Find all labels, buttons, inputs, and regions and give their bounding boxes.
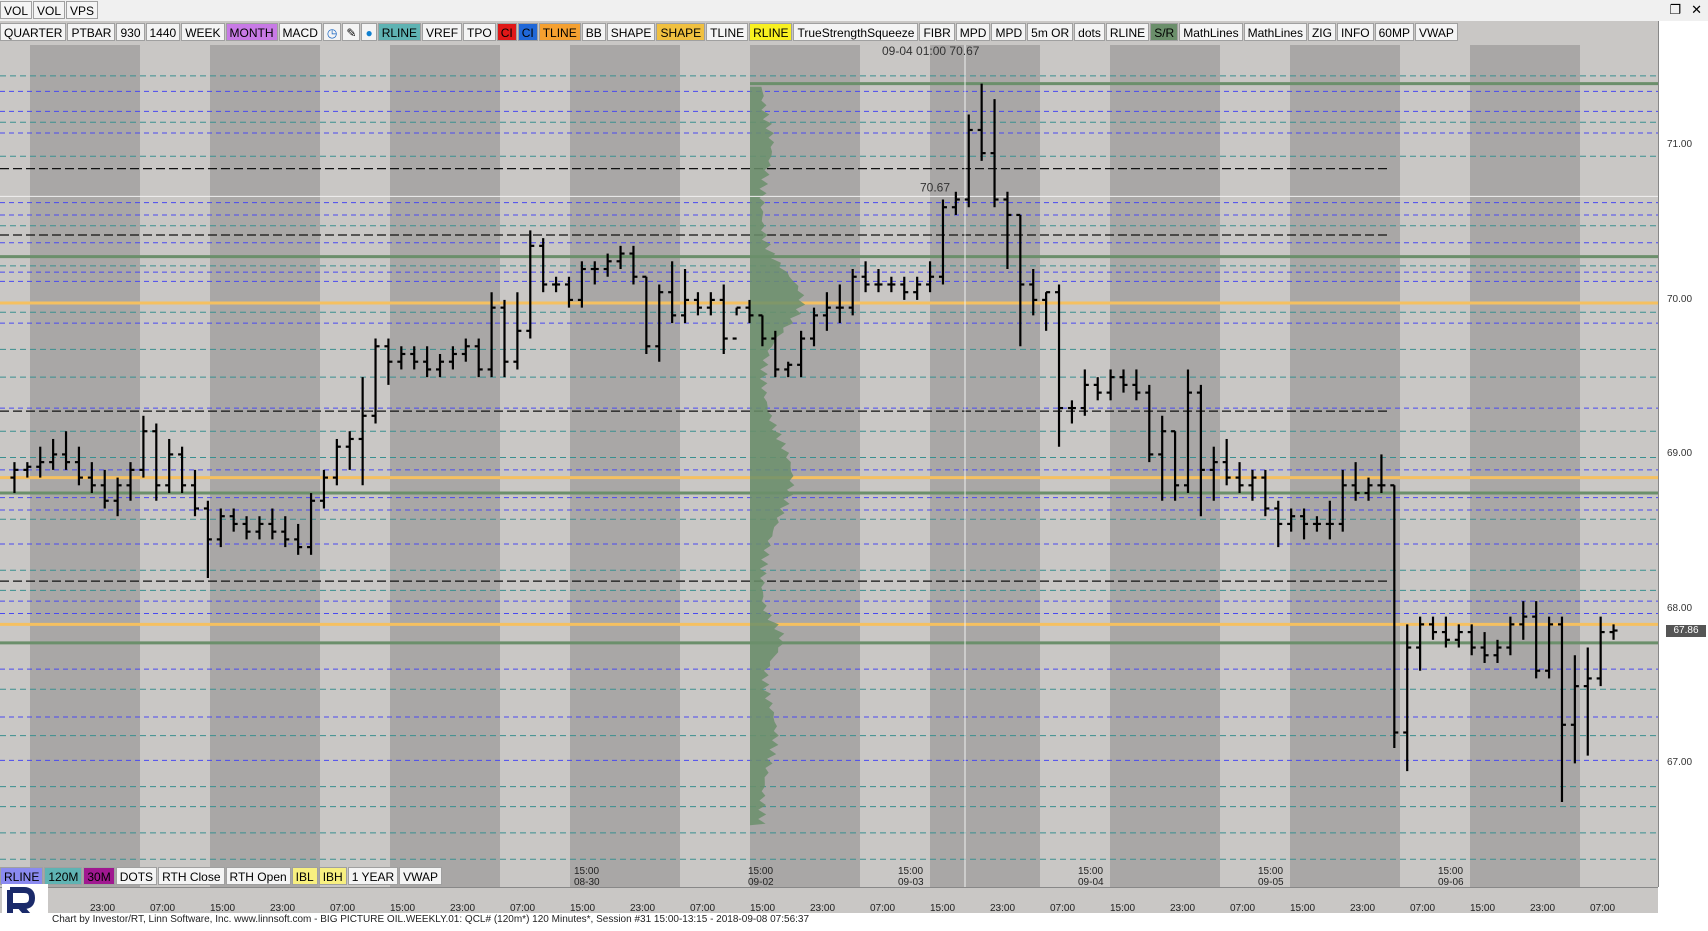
y-tick-0: 71.00 [1667, 139, 1693, 151]
session-time-6: 15:00 [1438, 866, 1464, 877]
session-time-4: 15:00 [1078, 866, 1104, 877]
top-button-vps-2[interactable]: VPS [66, 1, 99, 19]
session-date-2: 09-02 [748, 877, 774, 888]
bottom-ibl-6[interactable]: IBL [291, 867, 318, 885]
bottom-toolbar: RLINE 120M 30M DOTS RTH Close RTH Open IBL IBH 1… [0, 866, 443, 886]
session-label-6: 15:00 09-06 [1438, 866, 1464, 888]
toolbar-mathlines-30[interactable]: MathLines [1243, 23, 1307, 41]
top-button-group: VOL VOL VPS [0, 1, 99, 19]
toolbar-vwap-34[interactable]: VWAP [1414, 23, 1458, 41]
bottom-vwap-9[interactable]: VWAP [399, 867, 443, 885]
toolbar-ci-13[interactable]: CI [496, 23, 517, 41]
toolbar-fibr-22[interactable]: FIBR [919, 23, 955, 41]
current-price-tag: 67.86 [1666, 624, 1706, 637]
session-date-5: 09-05 [1258, 877, 1284, 888]
toolbar-1440-3[interactable]: 1440 [145, 23, 181, 41]
session-label-1: 15:00 08-30 [574, 866, 600, 888]
session-date-6: 09-06 [1438, 877, 1464, 888]
session-label-2: 15:00 09-02 [748, 866, 774, 888]
window-controls: ❐ ✕ [1669, 2, 1702, 18]
toolbar-tline-19[interactable]: TLINE [706, 23, 749, 41]
bottom-rline-0[interactable]: RLINE [0, 867, 44, 885]
toolbar-ptbar-1[interactable]: PTBAR [67, 23, 116, 41]
toolbar-bb-16[interactable]: BB [581, 23, 606, 41]
toolbar-macd-6[interactable]: MACD [278, 23, 322, 41]
session-time-2: 15:00 [748, 866, 774, 877]
toolbar-shape-18[interactable]: SHAPE [656, 23, 706, 41]
toolbar-mpd-23[interactable]: MPD [955, 23, 991, 41]
session-time-3: 15:00 [898, 866, 924, 877]
toolbar-rline-10[interactable]: RLINE [377, 23, 422, 41]
day-label-fri: Fri [1502, 45, 1514, 46]
bottom-dots-3[interactable]: DOTS [115, 867, 158, 885]
pencil-icon[interactable]: ✎ [342, 23, 361, 41]
y-tick-4: 67.00 [1667, 757, 1693, 769]
toolbar-info-32[interactable]: INFO [1336, 23, 1374, 41]
drop-icon[interactable]: ● [361, 23, 377, 41]
footer-text: Chart by Investor/RT, Linn Software, Inc… [52, 914, 810, 925]
bottom-ibh-7[interactable]: IBH [318, 867, 347, 885]
bottom-1-year-8[interactable]: 1 YEAR [347, 867, 399, 885]
y-tick-2: 69.00 [1667, 448, 1693, 460]
toolbar-truestrengthsqueeze-21[interactable]: TrueStrengthSqueeze [793, 23, 919, 41]
toolbar-930-2[interactable]: 930 [116, 23, 145, 41]
close-icon[interactable]: ✕ [1691, 2, 1702, 18]
restore-icon[interactable]: ❐ [1669, 2, 1681, 18]
chart-toolbar-area: QUARTER PTBAR 930 1440 WEEK MONTH MACD ◷ ✎ ● RLINE… [0, 21, 1658, 45]
toolbar-s-r-28[interactable]: S/R [1150, 23, 1179, 41]
toolbar-ci-14[interactable]: CI [517, 23, 538, 41]
bottom-rth-open-5[interactable]: RTH Open [225, 867, 291, 885]
session-label-5: 15:00 09-05 [1258, 866, 1284, 888]
toolbar-rline-27[interactable]: RLINE [1105, 23, 1150, 41]
session-time-5: 15:00 [1258, 866, 1284, 877]
toolbar-week-4[interactable]: WEEK [181, 23, 225, 41]
window-title-bar: VOL VOL VPS ❐ ✕ [0, 0, 1708, 22]
toolbar-vref-11[interactable]: VREF [422, 23, 463, 41]
cursor-price-label: 70.67 [920, 180, 950, 194]
top-button-vol-0[interactable]: VOL [0, 1, 33, 19]
clock-icon[interactable]: ◷ [322, 23, 342, 41]
toolbar-60mp-33[interactable]: 60MP [1374, 23, 1414, 41]
session-label-3: 15:00 09-03 [898, 866, 924, 888]
toolbar-tline-15[interactable]: TLINE [538, 23, 581, 41]
toolbar-tpo-12[interactable]: TPO [463, 23, 496, 41]
session-time-1: 15:00 [574, 866, 600, 877]
bottom-120m-1[interactable]: 120M [44, 867, 83, 885]
toolbar-quarter-0[interactable]: QUARTER [0, 23, 67, 41]
toolbar-dots-26[interactable]: dots [1074, 23, 1105, 41]
toolbar-zig-31[interactable]: ZIG [1307, 23, 1336, 41]
footer-status: Chart by Investor/RT, Linn Software, Inc… [0, 913, 1708, 928]
price-axis[interactable]: 67.86 71.00 70.00 69.00 68.00 67.00 [1658, 21, 1708, 887]
indicator-toolbar: QUARTER PTBAR 930 1440 WEEK MONTH MACD ◷ ✎ ● RLINE… [0, 23, 1459, 41]
toolbar-mpd-24[interactable]: MPD [991, 23, 1027, 41]
toolbar-mathlines-29[interactable]: MathLines [1179, 23, 1243, 41]
session-label-4: 15:00 09-04 [1078, 866, 1104, 888]
price-chart[interactable]: 09-04 01:00 70.67 70.67 Fri [0, 45, 1658, 887]
toolbar-shape-17[interactable]: SHAPE [606, 23, 656, 41]
bottom-rth-close-4[interactable]: RTH Close [158, 867, 225, 885]
cursor-readout: 09-04 01:00 70.67 [882, 45, 980, 58]
bottom-30m-2[interactable]: 30M [83, 867, 115, 885]
y-tick-1: 70.00 [1667, 293, 1693, 305]
session-date-3: 09-03 [898, 877, 924, 888]
session-date-1: 08-30 [574, 877, 600, 888]
top-button-vol-1[interactable]: VOL [33, 1, 66, 19]
toolbar-rline-20[interactable]: RLINE [749, 23, 793, 41]
y-tick-3: 68.00 [1667, 602, 1693, 614]
toolbar-5m-or-25[interactable]: 5m OR [1027, 23, 1074, 41]
session-date-4: 09-04 [1078, 877, 1104, 888]
toolbar-month-5[interactable]: MONTH [225, 23, 278, 41]
